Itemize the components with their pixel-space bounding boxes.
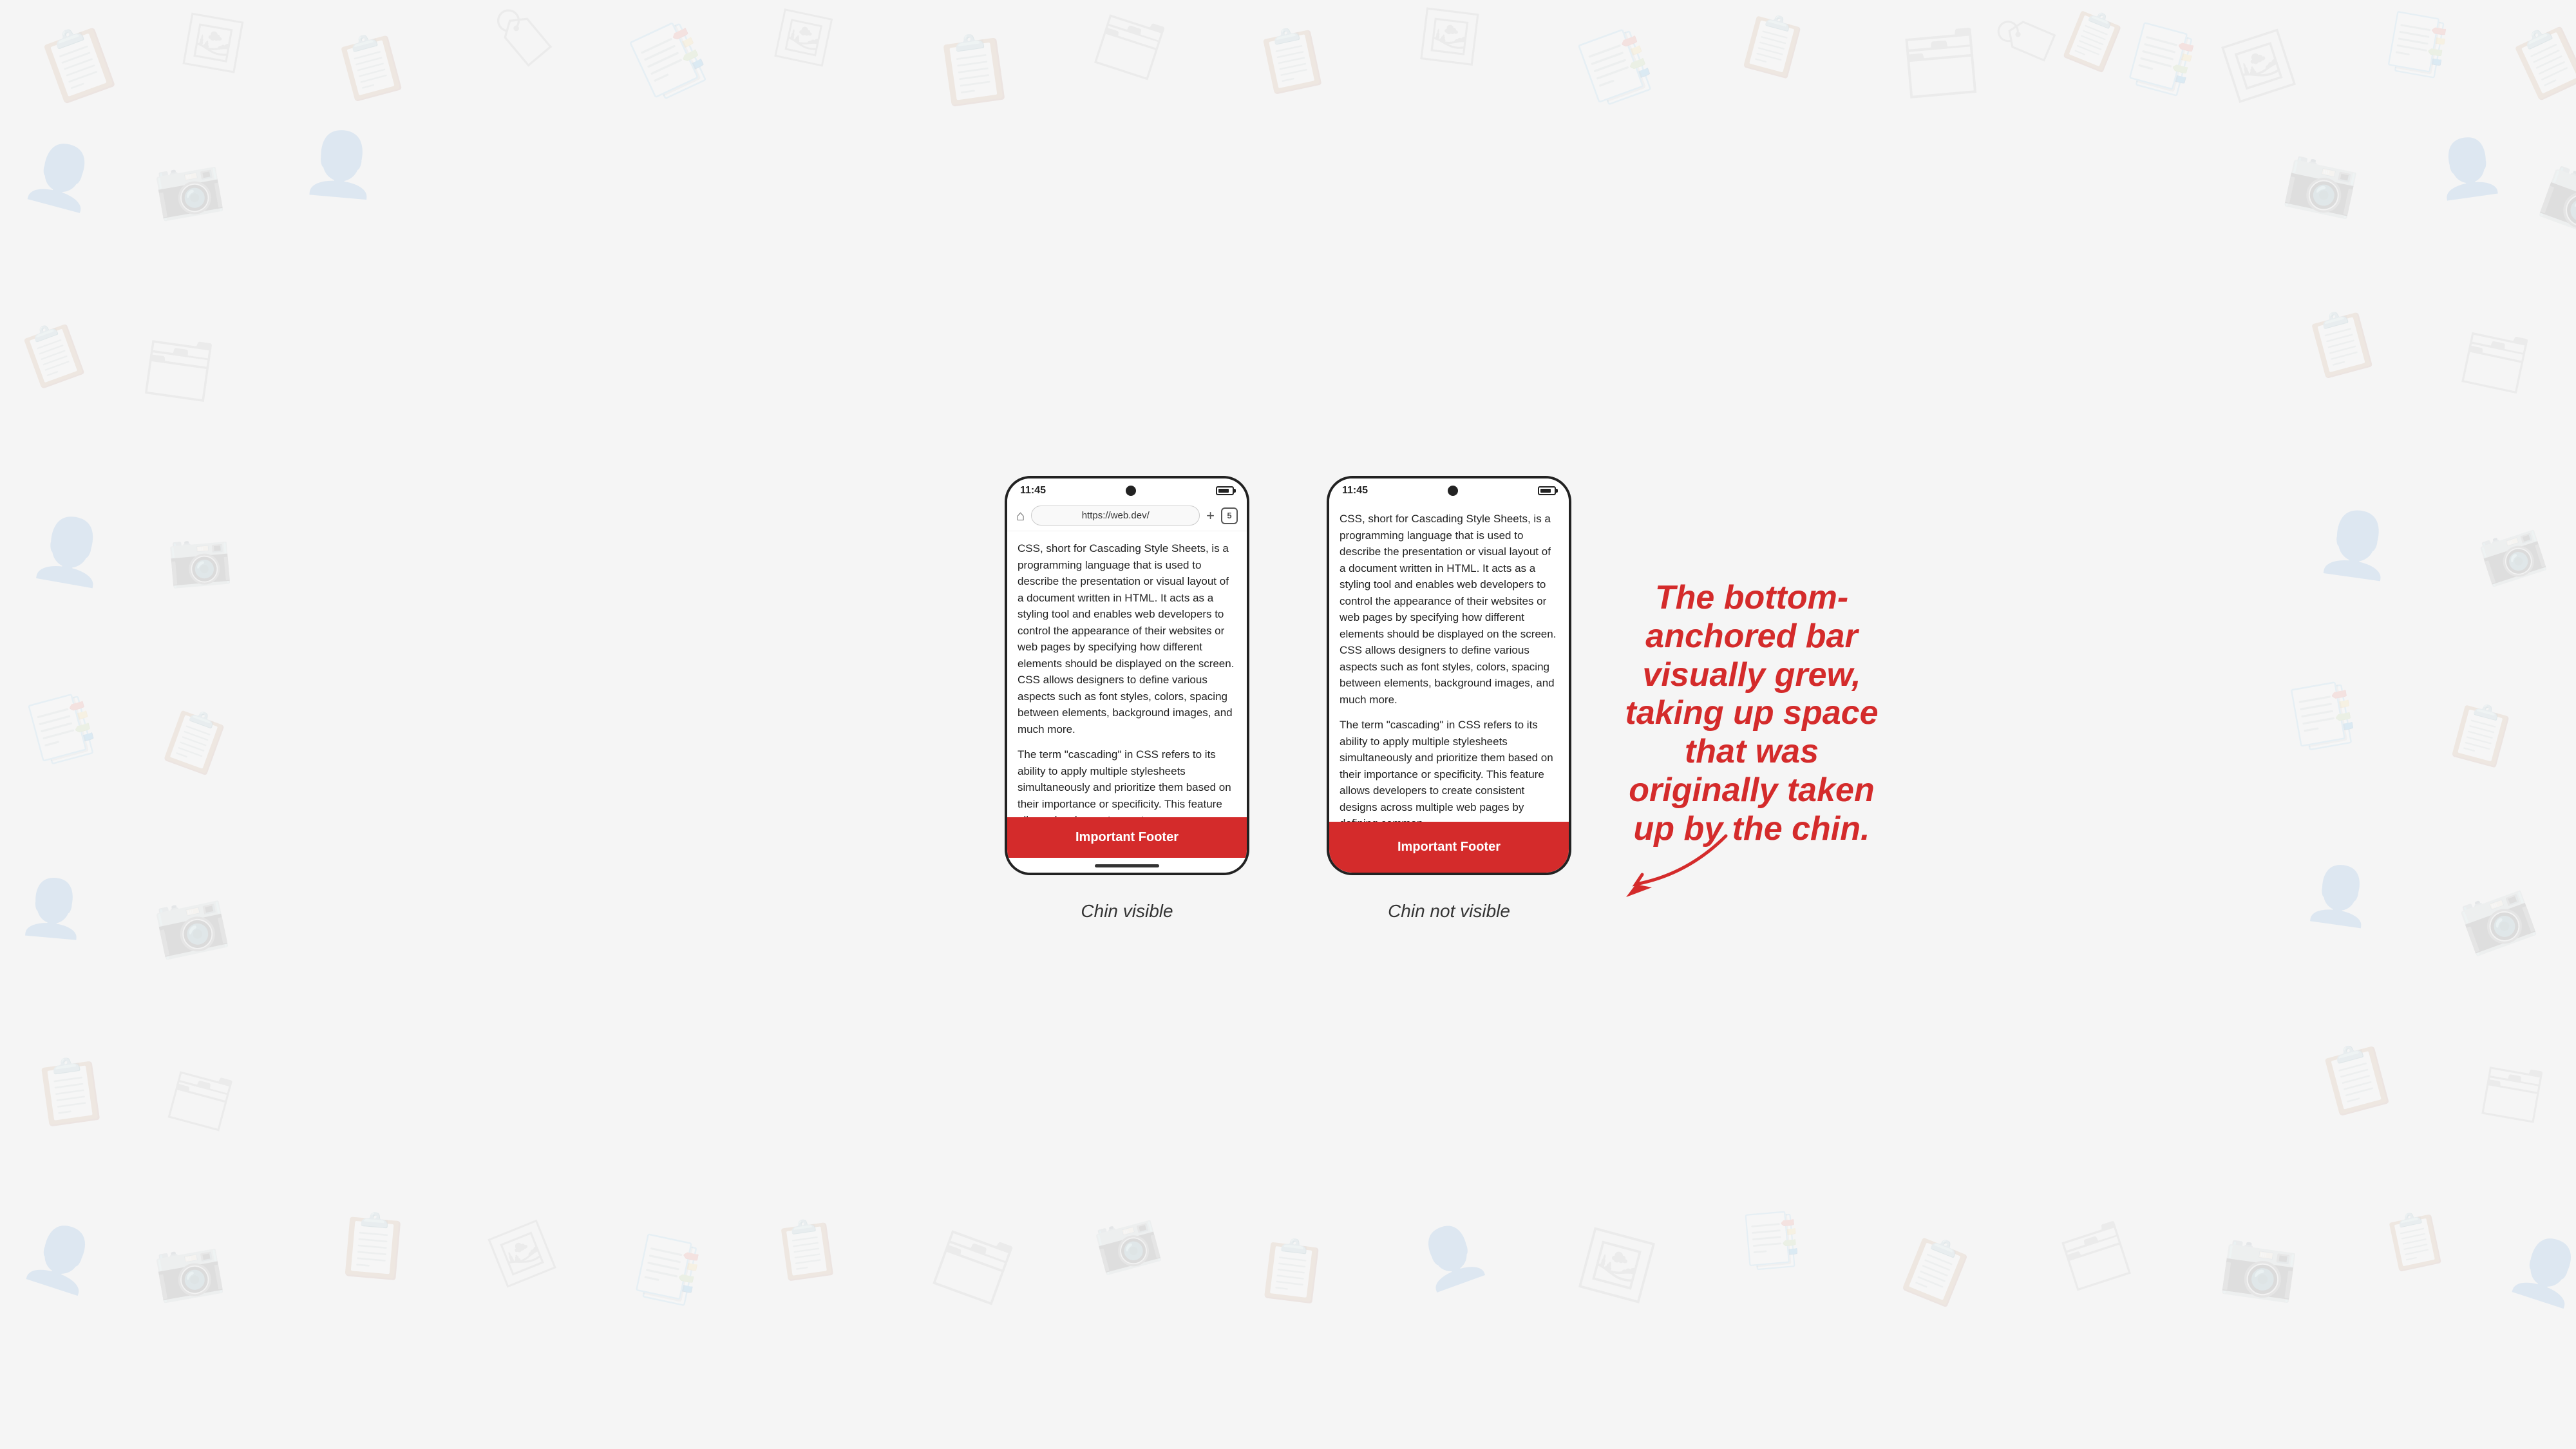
left-phone-status-bar: 11:45: [1007, 478, 1247, 500]
left-phone-chin: [1007, 858, 1247, 873]
annotation-line6: originally taken: [1629, 772, 1874, 809]
main-content: 11:45 ⌂ https://web.dev/ + 5: [0, 0, 2576, 1449]
annotation-line4: taking up space: [1625, 694, 1879, 732]
annotation-arrow: [1558, 823, 1752, 900]
phones-container: 11:45 ⌂ https://web.dev/ + 5: [1005, 476, 1571, 922]
annotation-line2: anchored bar: [1645, 618, 1857, 655]
left-phone-content: CSS, short for Cascading Style Sheets, i…: [1007, 531, 1247, 817]
left-phone-caption: Chin visible: [1081, 901, 1173, 922]
left-phone-battery: [1216, 486, 1234, 495]
left-phone-time: 11:45: [1020, 485, 1046, 497]
right-phone-wrapper: 11:45 CSS, short for Cascading Style She…: [1327, 476, 1571, 922]
left-content-p2: The term "cascading" in CSS refers to it…: [1018, 746, 1236, 817]
annotation-text: The bottom- anchored bar visually grew, …: [1597, 579, 1906, 849]
tabs-badge[interactable]: 5: [1221, 507, 1238, 524]
right-phone-camera: [1448, 486, 1458, 496]
left-phone: 11:45 ⌂ https://web.dev/ + 5: [1005, 476, 1249, 875]
right-phone-footer: Important Footer: [1329, 822, 1569, 873]
battery-body: [1216, 486, 1234, 495]
right-phone-battery: [1538, 486, 1556, 495]
annotation-line1: The bottom-: [1655, 579, 1848, 616]
right-phone: 11:45 CSS, short for Cascading Style She…: [1327, 476, 1571, 875]
right-phone-caption: Chin not visible: [1388, 901, 1510, 922]
left-phone-camera: [1126, 486, 1136, 496]
left-content-p1: CSS, short for Cascading Style Sheets, i…: [1018, 540, 1236, 737]
right-battery-body: [1538, 486, 1556, 495]
annotation-line3: visually grew,: [1642, 656, 1861, 694]
annotation-line5: that was: [1685, 733, 1819, 770]
left-phone-wrapper: 11:45 ⌂ https://web.dev/ + 5: [1005, 476, 1249, 922]
right-phone-time: 11:45: [1342, 485, 1368, 497]
annotation: The bottom- anchored bar visually grew, …: [1597, 579, 1906, 849]
right-battery-fill: [1540, 489, 1551, 493]
home-icon[interactable]: ⌂: [1016, 507, 1025, 524]
battery-fill: [1218, 489, 1229, 493]
left-phone-footer: Important Footer: [1007, 817, 1247, 858]
right-content-p1: CSS, short for Cascading Style Sheets, i…: [1340, 511, 1558, 708]
right-content-p2: The term "cascading" in CSS refers to it…: [1340, 717, 1558, 822]
right-phone-status-bar: 11:45: [1329, 478, 1569, 500]
arrow-svg: [1558, 823, 1752, 900]
add-tab-button[interactable]: +: [1206, 507, 1215, 524]
url-input[interactable]: https://web.dev/: [1031, 506, 1200, 526]
left-phone-address-bar[interactable]: ⌂ https://web.dev/ + 5: [1007, 500, 1247, 531]
right-phone-content: CSS, short for Cascading Style Sheets, i…: [1329, 500, 1569, 822]
chin-bar: [1095, 864, 1159, 867]
